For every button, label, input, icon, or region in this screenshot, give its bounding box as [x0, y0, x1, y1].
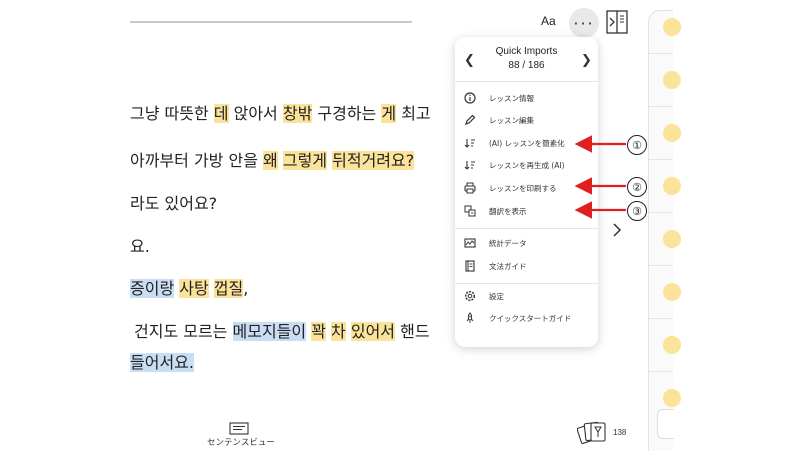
stats-icon [463, 236, 477, 250]
menu-item-statistics[interactable]: 統計データ [463, 234, 591, 252]
reading-line: 증이랑 사탕 껍질, [130, 275, 248, 299]
text-segment: , [243, 279, 249, 298]
menu-item-label: レッスンを印刷する [489, 183, 557, 193]
menu-item-label: 統計データ [489, 238, 527, 248]
more-dots-icon: ··· [573, 13, 595, 33]
menu-title: Quick Imports [495, 46, 558, 57]
panel-item-marker[interactable] [663, 230, 681, 248]
menu-item-label: 文法ガイド [489, 261, 527, 271]
menu-item-settings[interactable]: 設定 [463, 287, 591, 305]
annotation-arrows [574, 135, 626, 219]
menu-item-grammar-guide[interactable]: 文法ガイド [463, 257, 591, 275]
text-segment: 핸드 [395, 322, 430, 341]
highlighted-word[interactable]: 있어서 [350, 322, 396, 341]
panel-item-marker[interactable] [663, 177, 681, 195]
reading-line: 그냥 따뜻한 데 앉아서 창밖 구경하는 게 최고 [130, 100, 431, 124]
highlighted-word[interactable]: 꽉 [311, 322, 326, 341]
highlighted-phrase[interactable]: 증이랑 [130, 279, 175, 298]
text-segment: 라도 있어요? [130, 194, 218, 213]
panel-item-marker[interactable] [663, 124, 681, 142]
text-segment: 건지도 모르는 [134, 322, 233, 341]
next-page-button[interactable] [612, 222, 622, 242]
menu-item-quickstart-guide[interactable]: クイックスタートガイド [463, 309, 591, 327]
highlighted-word[interactable]: 사탕 [179, 279, 209, 298]
panel-item-marker[interactable] [663, 283, 681, 301]
highlighted-word[interactable]: 게 [381, 104, 397, 123]
callout-number: ① [627, 135, 647, 155]
menu-item-label: レッスン情報 [489, 93, 534, 103]
panel-item-marker[interactable] [663, 18, 681, 36]
reading-line: 라도 있어요? [130, 190, 217, 214]
highlighted-phrase[interactable]: 들어서요. [130, 353, 194, 372]
translate-icon [463, 204, 477, 218]
gear-icon [463, 289, 477, 303]
pencil-icon [463, 113, 477, 127]
panel-item-marker[interactable] [663, 71, 681, 89]
menu-page-counter: 88 / 186 [508, 60, 545, 71]
menu-item-lesson-info[interactable]: レッスン情報 [463, 89, 591, 107]
callout-number: ③ [627, 201, 647, 221]
reading-line: 아까부터 가방 안을 왜 그렇게 뒤적거려요? [130, 147, 415, 171]
highlighted-word[interactable]: 왜 [263, 151, 278, 170]
reading-text-area: 그냥 따뜻한 데 앉아서 창밖 구경하는 게 최고아까부터 가방 안을 왜 그렇… [0, 90, 455, 390]
menu-next-arrow[interactable]: ❯ [581, 53, 592, 68]
rocket-icon [463, 311, 477, 325]
sort-icon [463, 158, 477, 172]
menu-item-label: 設定 [489, 291, 504, 301]
panel-item-marker[interactable] [663, 336, 681, 354]
chevron-right-icon [613, 223, 622, 237]
highlighted-word[interactable]: 차 [331, 322, 346, 341]
printer-icon [463, 181, 477, 195]
highlighted-word[interactable]: 창밖 [282, 104, 313, 123]
reading-progress-bar [130, 21, 412, 23]
panel-input-box[interactable] [657, 409, 674, 439]
menu-item-label: レッスン編集 [489, 115, 534, 125]
side-panel [648, 10, 681, 451]
font-settings-button[interactable]: Aa [541, 14, 556, 28]
highlighted-word[interactable]: 껍질 [213, 279, 244, 298]
flashcards-icon[interactable] [576, 420, 609, 448]
highlighted-phrase[interactable]: 메모지들이 [232, 322, 307, 341]
text-segment: 앉아서 [228, 104, 283, 123]
callout-1: ① [627, 135, 647, 155]
text-segment: 그냥 따뜻한 [130, 104, 214, 123]
highlighted-word[interactable]: 데 [213, 104, 229, 123]
sentence-view-button[interactable]: センテンスビュー [207, 436, 275, 448]
reading-line: 들어서요. [130, 349, 194, 373]
menu-item-lesson-edit[interactable]: レッスン編集 [463, 111, 591, 129]
callout-2: ② [627, 177, 647, 197]
text-segment: 구경하는 [312, 104, 382, 123]
book-icon [463, 259, 477, 273]
menu-item-label: (AI) レッスンを簡素化 [489, 138, 565, 148]
info-icon [463, 91, 477, 105]
highlighted-word[interactable]: 그렇게 [282, 151, 328, 170]
highlighted-word[interactable]: 뒤적거려요? [332, 151, 415, 170]
flashcard-count: 138 [613, 428, 627, 437]
text-segment: 최고 [396, 104, 431, 123]
reading-line: 건지도 모르는 메모지들이 꽉 차 있어서 핸드 [134, 318, 430, 342]
text-segment: 아까부터 가방 안을 [130, 151, 264, 170]
sort-icon [463, 136, 477, 150]
more-options-button[interactable]: ··· [569, 8, 599, 38]
callout-3: ③ [627, 201, 647, 221]
menu-item-label: クイックスタートガイド [489, 313, 572, 323]
menu-item-label: レッスンを再生成 (AI) [489, 160, 565, 170]
callout-number: ② [627, 177, 647, 197]
panel-item-marker[interactable] [663, 389, 681, 407]
menu-item-label: 翻訳を表示 [489, 206, 527, 216]
text-segment: 요. [130, 237, 150, 256]
sidebar-toggle-icon [606, 10, 628, 34]
sidebar-toggle-button[interactable] [606, 10, 628, 34]
reading-line: 요. [130, 233, 150, 257]
